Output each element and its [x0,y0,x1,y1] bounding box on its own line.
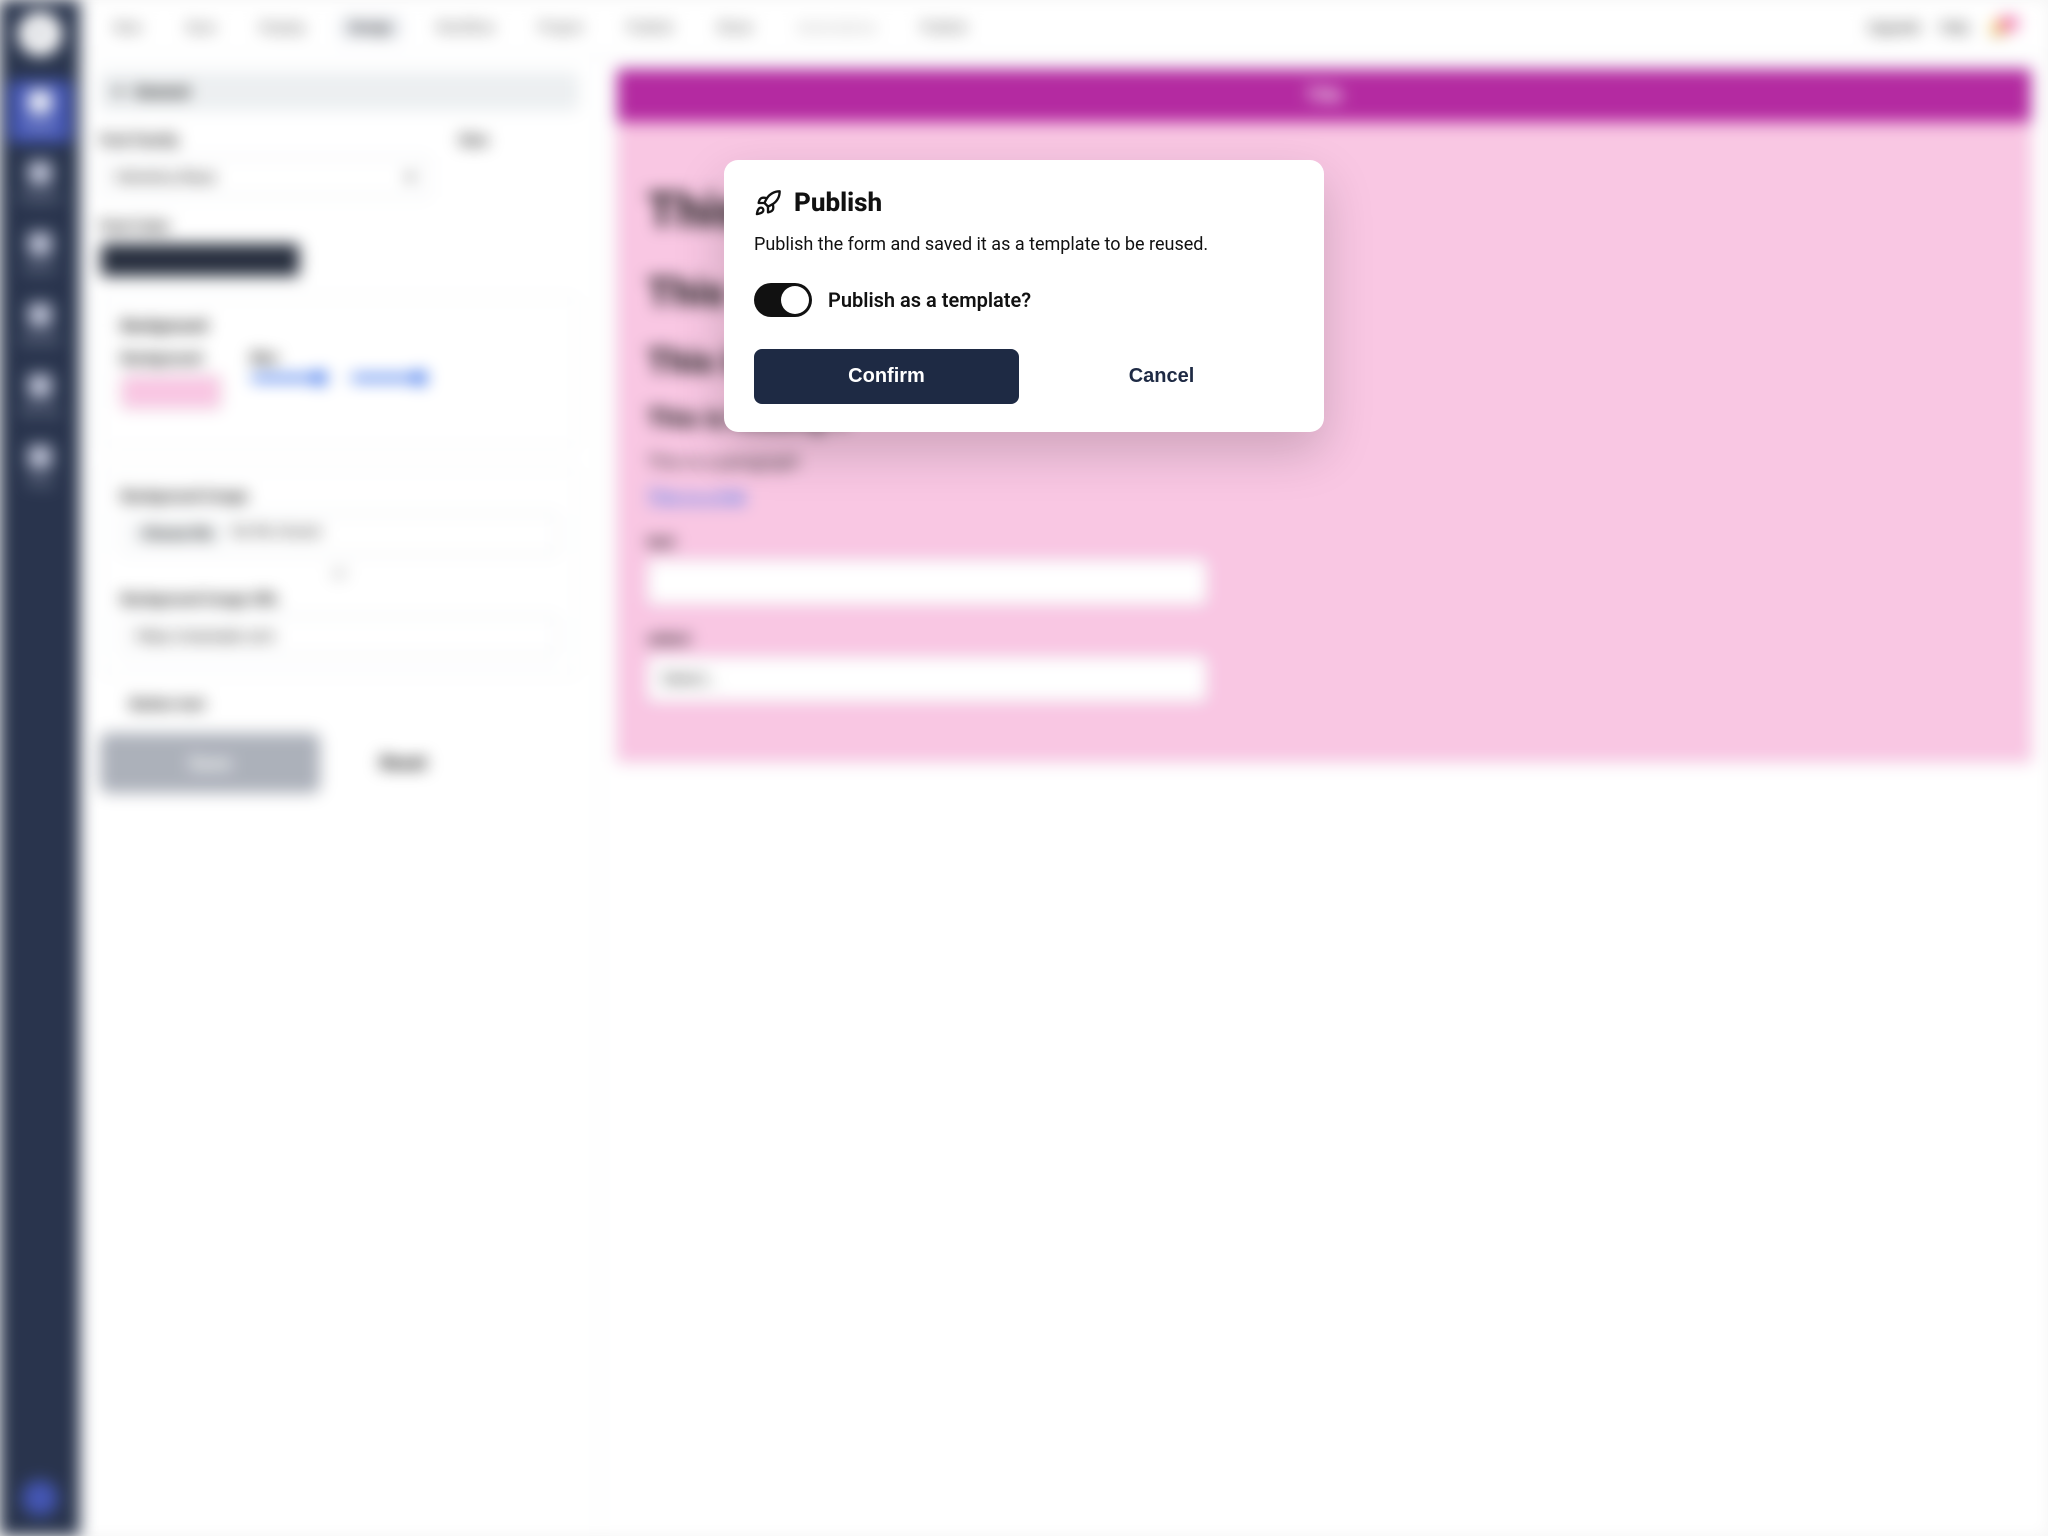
modal-overlay[interactable]: Publish Publish the form and saved it as… [0,0,2048,1536]
rocket-icon [754,189,782,217]
modal-message: Publish the form and saved it as a templ… [754,232,1294,257]
confirm-button[interactable]: Confirm [754,349,1019,404]
toggle-label: Publish as a template? [828,288,1031,312]
cancel-button[interactable]: Cancel [1029,349,1294,404]
modal-title: Publish [794,188,882,218]
publish-modal: Publish Publish the form and saved it as… [724,160,1324,432]
publish-as-template-toggle[interactable] [754,283,812,317]
toggle-knob [781,286,809,314]
